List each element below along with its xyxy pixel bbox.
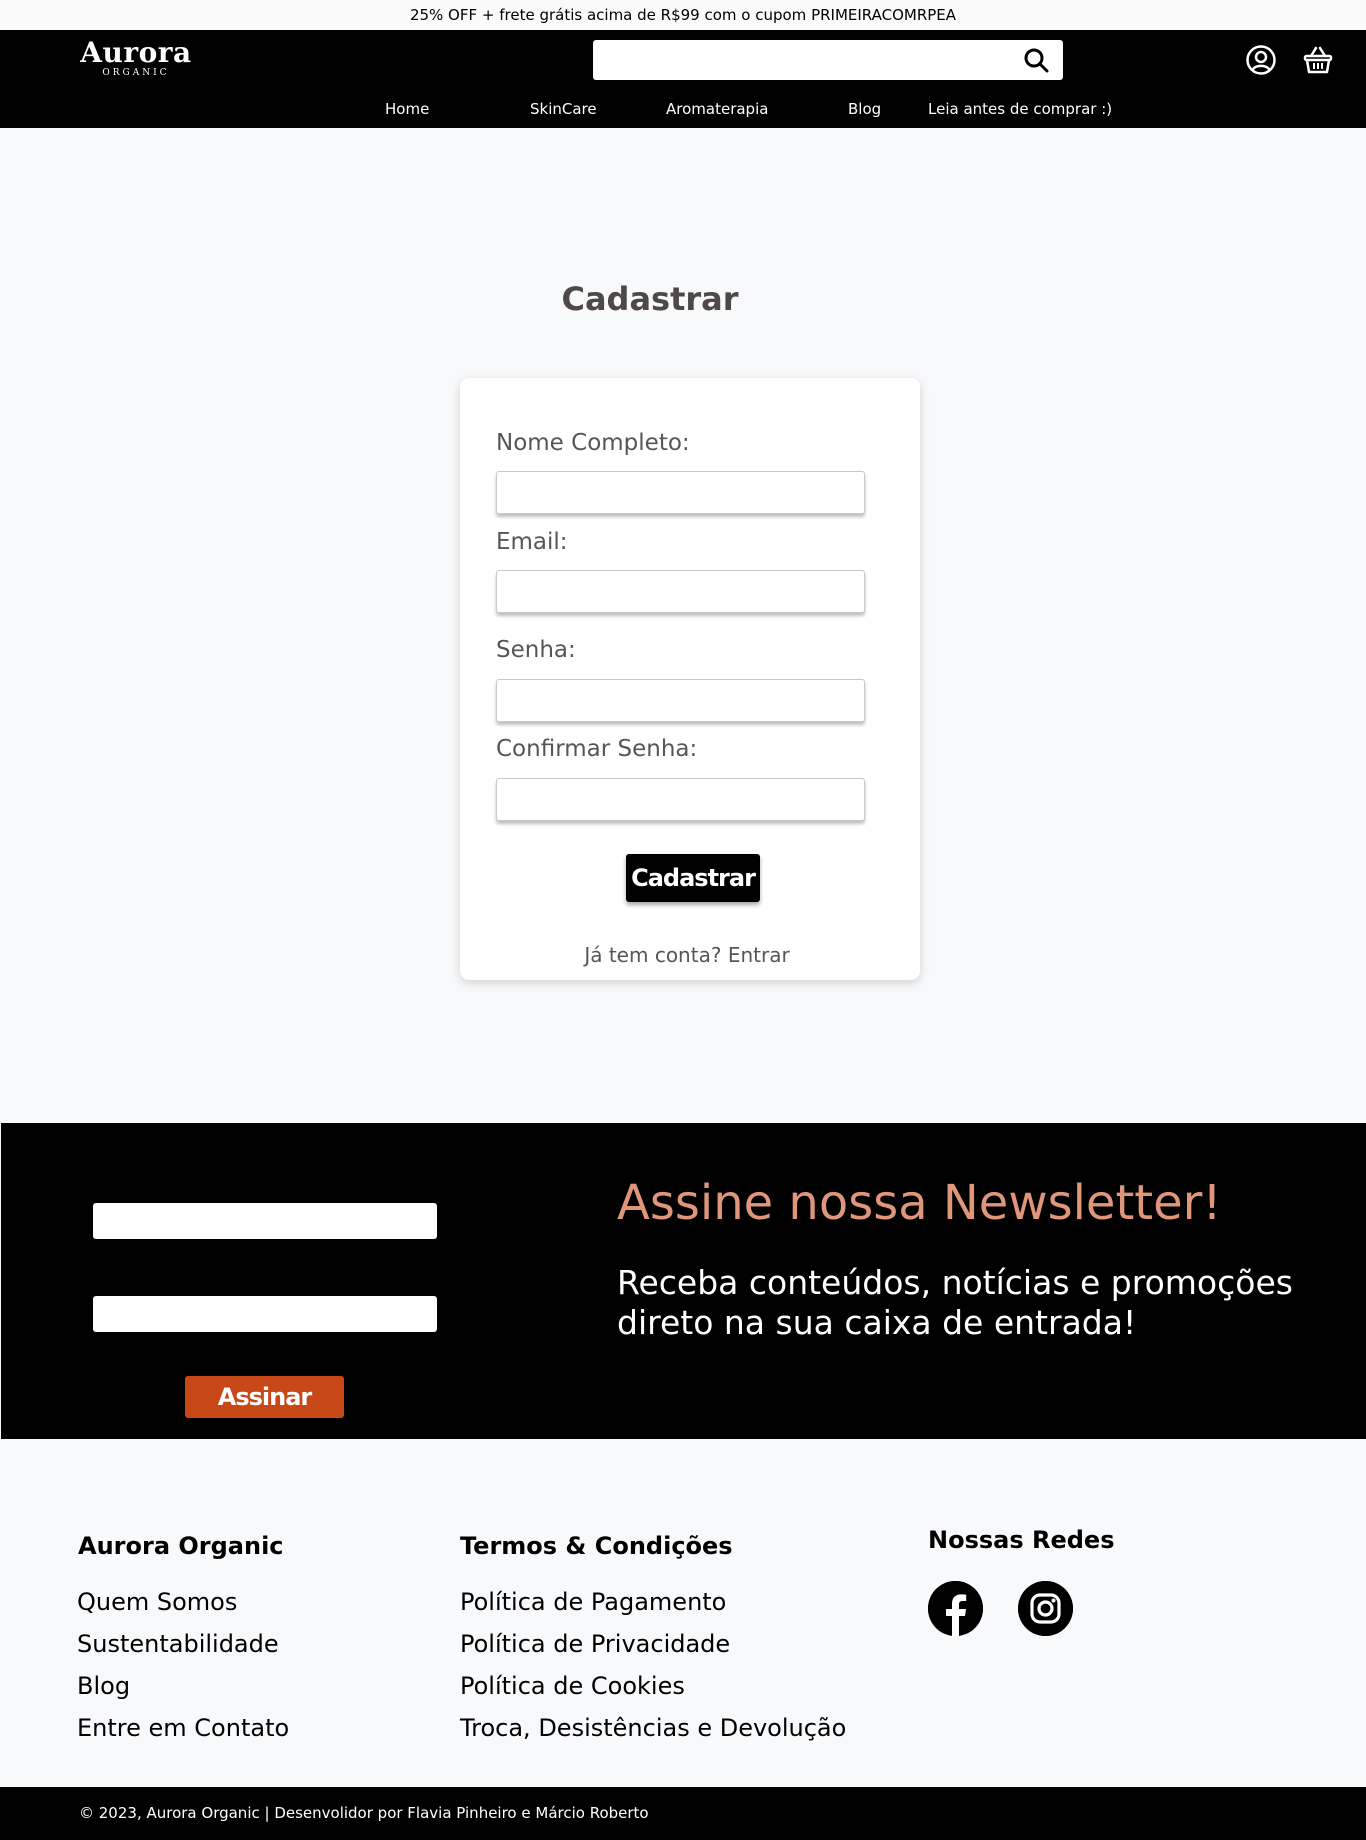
nav-item-home[interactable]: Home	[385, 100, 429, 118]
search-bar	[593, 40, 1063, 80]
login-link[interactable]: Entrar	[728, 943, 790, 967]
login-prompt-text: Já tem conta?	[584, 943, 722, 967]
newsletter-name-field[interactable]	[93, 1203, 437, 1239]
footer-link-privacidade[interactable]: Política de Privacidade	[460, 1630, 730, 1658]
nav-item-aromaterapia[interactable]: Aromaterapia	[666, 100, 768, 118]
copyright-bar: © 2023, Aurora Organic | Desenvolidor po…	[0, 1787, 1366, 1840]
facebook-icon[interactable]	[928, 1581, 983, 1636]
newsletter-section: Assinar Assine nossa Newsletter! Receba …	[1, 1123, 1366, 1439]
password-label: Senha:	[496, 637, 576, 663]
footer-link-sustentabilidade[interactable]: Sustentabilidade	[77, 1630, 279, 1658]
search-input[interactable]	[593, 40, 1013, 80]
footer-col1-title: Aurora Organic	[78, 1532, 284, 1560]
register-card: Nome Completo: Email: Senha: Confirmar S…	[460, 378, 920, 980]
footer-link-contato[interactable]: Entre em Contato	[77, 1714, 289, 1742]
login-prompt: Já tem conta? Entrar	[460, 943, 914, 967]
promo-text: 25% OFF + frete grátis acima de R$99 com…	[409, 6, 957, 24]
footer-link-cookies[interactable]: Política de Cookies	[460, 1672, 685, 1700]
footer-col3-title: Nossas Redes	[928, 1526, 1115, 1554]
nav-item-leia-antes[interactable]: Leia antes de comprar :)	[928, 100, 1112, 118]
confirm-password-field[interactable]	[496, 778, 865, 821]
password-field[interactable]	[496, 679, 865, 722]
nav-item-blog[interactable]: Blog	[848, 100, 881, 118]
page-title: Cadastrar	[561, 280, 739, 318]
promo-bar: 25% OFF + frete grátis acima de R$99 com…	[0, 0, 1366, 30]
site-header: Aurora ORGANIC Home SkinCare Aromaterapi…	[0, 30, 1366, 128]
footer-link-blog[interactable]: Blog	[77, 1672, 130, 1700]
email-field[interactable]	[496, 570, 865, 613]
footer-link-troca[interactable]: Troca, Desistências e Devolução	[460, 1714, 846, 1742]
footer-link-pagamento[interactable]: Política de Pagamento	[460, 1588, 726, 1616]
newsletter-title: Assine nossa Newsletter!	[617, 1175, 1222, 1231]
newsletter-text: Receba conteúdos, notícias e promoções d…	[617, 1263, 1293, 1342]
instagram-icon[interactable]	[1018, 1581, 1073, 1636]
email-label: Email:	[496, 529, 568, 555]
copyright-text: © 2023, Aurora Organic | Desenvolidor po…	[79, 1804, 649, 1822]
search-icon[interactable]	[1023, 47, 1049, 73]
full-name-field[interactable]	[496, 471, 865, 514]
footer-col2-title: Termos & Condições	[460, 1532, 733, 1560]
newsletter-email-field[interactable]	[93, 1296, 437, 1332]
subscribe-button[interactable]: Assinar	[185, 1376, 344, 1418]
full-name-label: Nome Completo:	[496, 430, 690, 456]
logo-name: Aurora	[80, 36, 192, 69]
basket-icon[interactable]	[1302, 44, 1334, 76]
footer-link-quem-somos[interactable]: Quem Somos	[77, 1588, 237, 1616]
main-nav: Home SkinCare Aromaterapia Blog Leia ant…	[0, 100, 1366, 120]
nav-item-skincare[interactable]: SkinCare	[530, 100, 597, 118]
user-icon[interactable]	[1245, 44, 1277, 76]
register-button[interactable]: Cadastrar	[626, 854, 760, 902]
logo[interactable]: Aurora ORGANIC	[75, 36, 197, 78]
confirm-password-label: Confirmar Senha:	[496, 736, 698, 762]
